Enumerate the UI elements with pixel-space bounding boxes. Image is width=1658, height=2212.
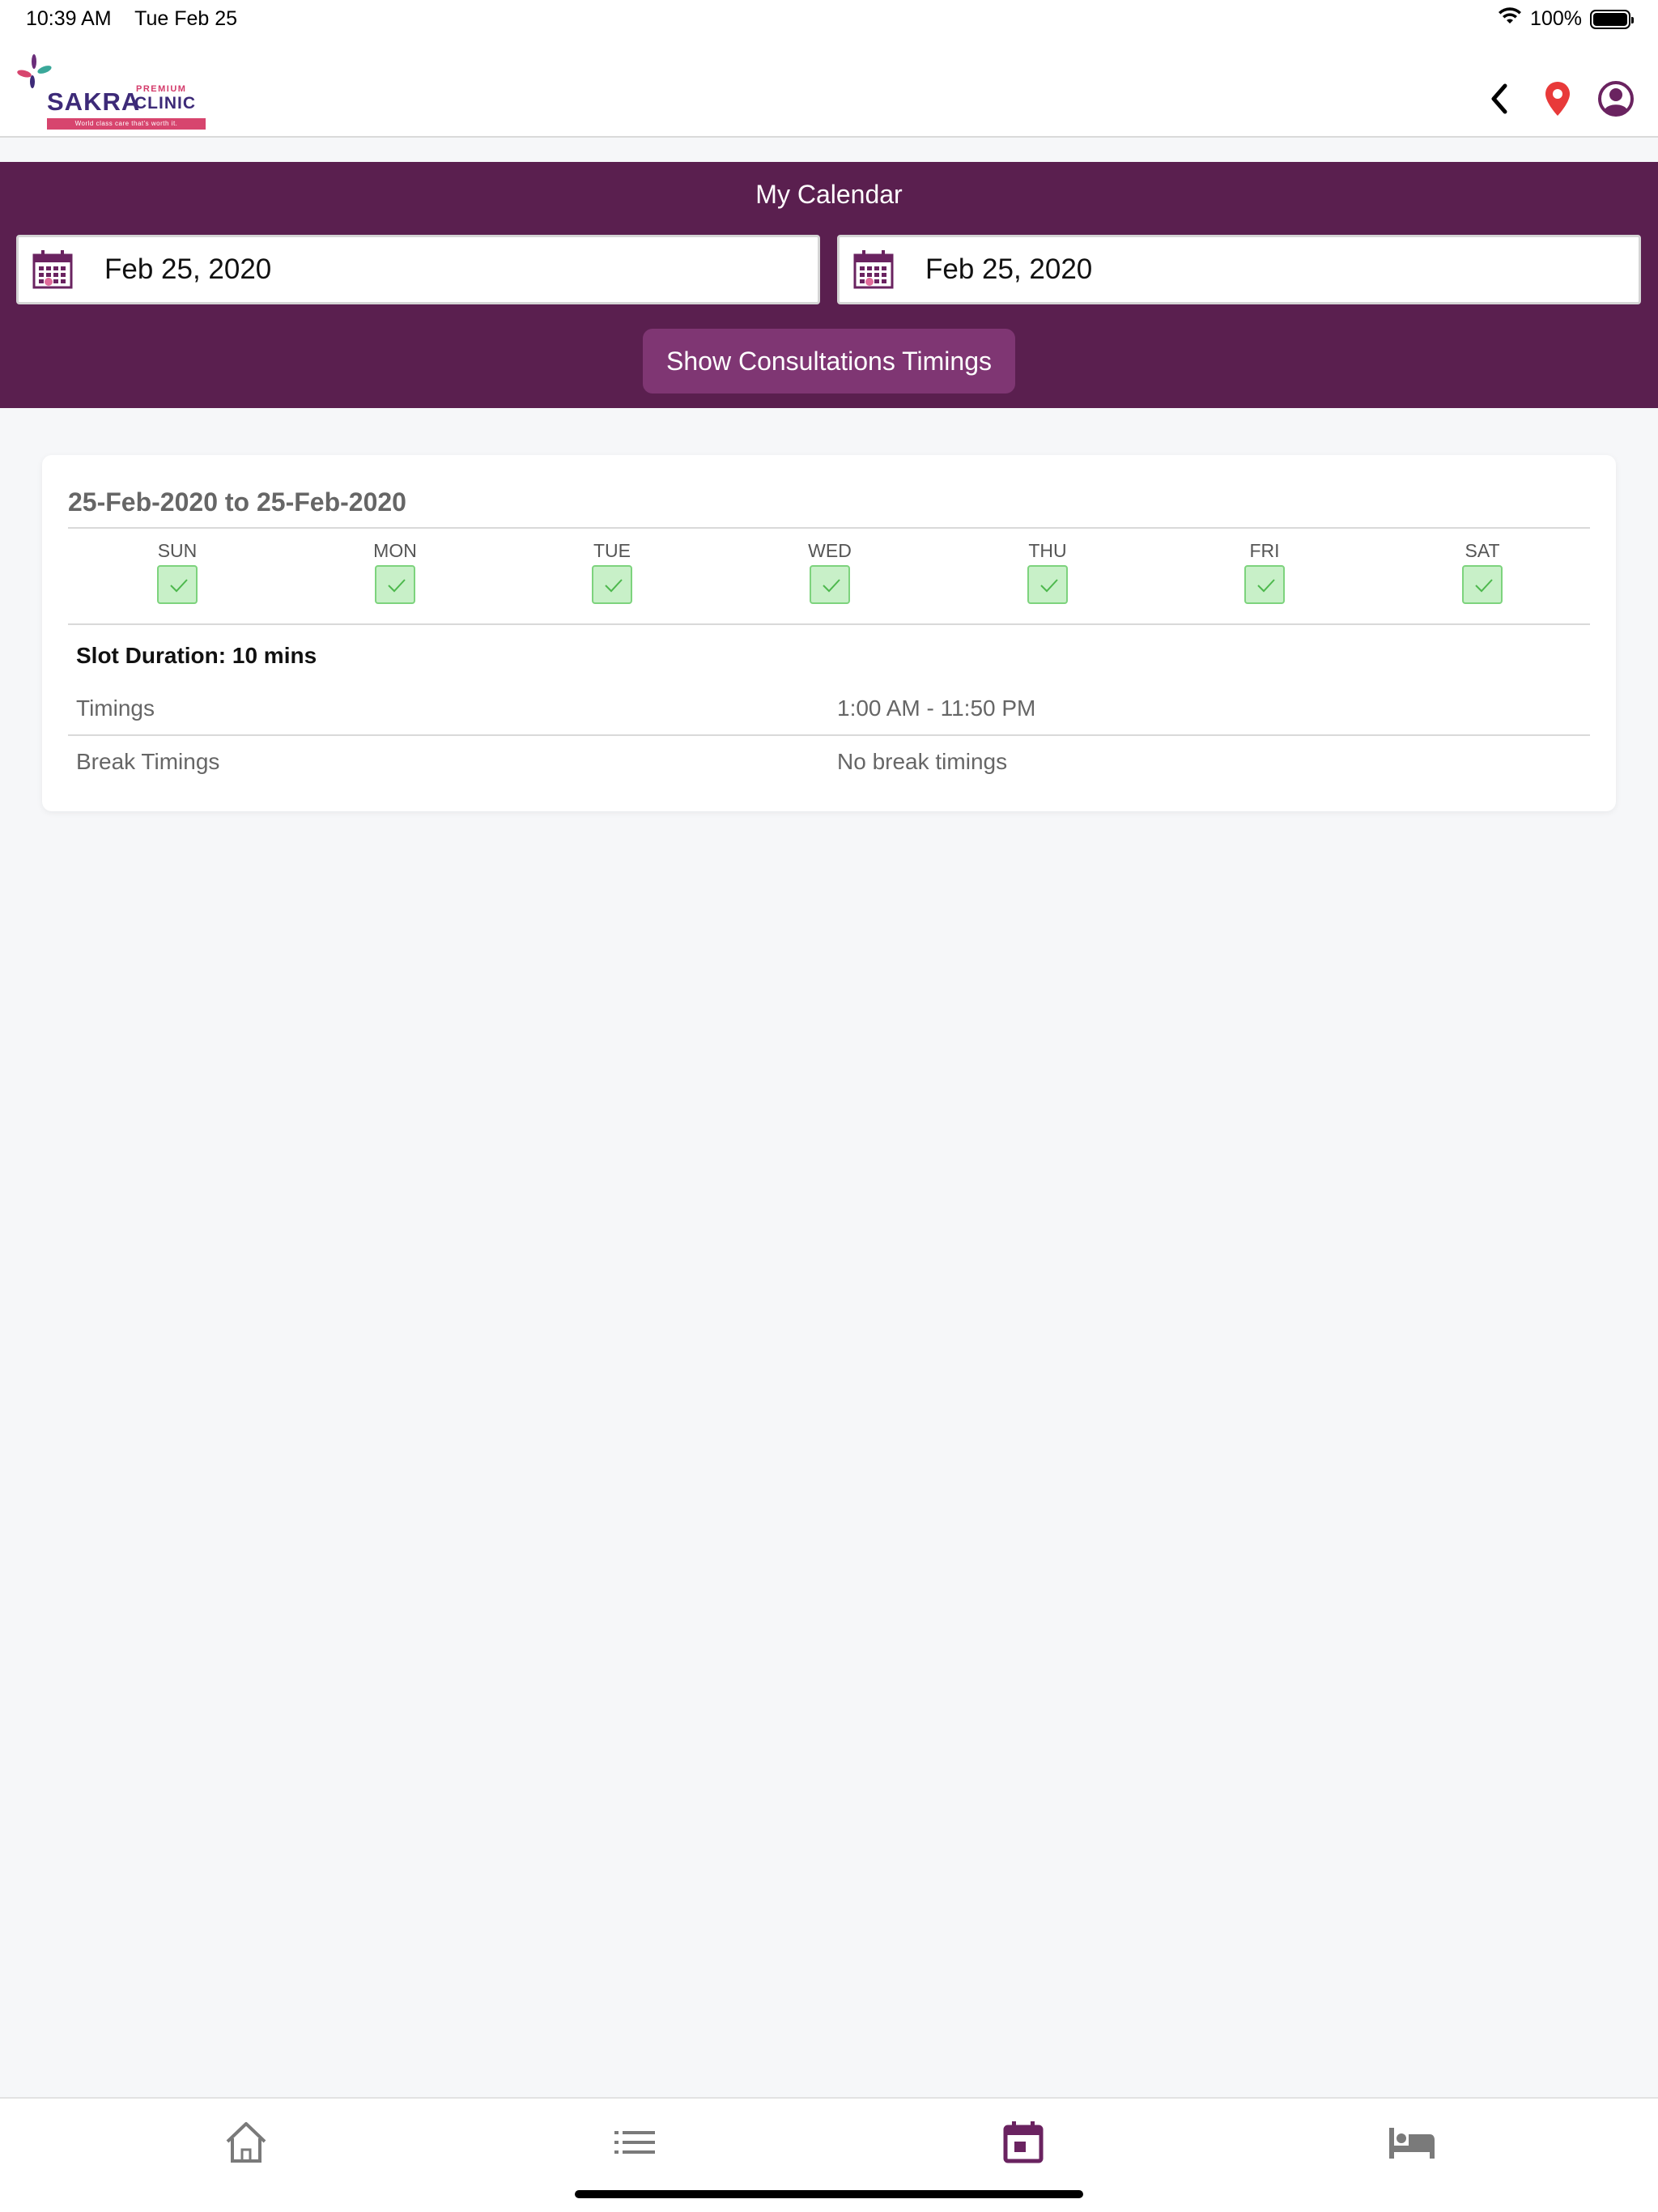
home-indicator	[575, 2190, 1083, 2198]
divider	[68, 527, 1590, 529]
logo-premium: PREMIUM	[136, 84, 187, 94]
header-actions	[1480, 79, 1635, 118]
status-right: 100%	[1498, 7, 1634, 31]
check-icon	[1257, 579, 1275, 593]
calendar-icon	[32, 249, 74, 291]
to-date-field[interactable]: Feb 25, 2020	[837, 235, 1641, 304]
logo-tagline: World class care that's worth it.	[47, 118, 206, 130]
calendar-icon	[1003, 2121, 1044, 2163]
check-icon	[605, 579, 623, 593]
check-icon	[170, 579, 188, 593]
timings-value: 1:00 AM - 11:50 PM	[837, 696, 1036, 721]
status-bar: 10:39 AM Tue Feb 25 100%	[0, 0, 1658, 39]
to-date-value: Feb 25, 2020	[925, 253, 1093, 285]
day-label: FRI	[1249, 540, 1280, 561]
day-checkbox[interactable]	[1244, 565, 1285, 604]
slot-duration: Slot Duration: 10 mins	[76, 643, 317, 668]
day-mon: MON	[346, 540, 444, 608]
day-checkbox[interactable]	[810, 565, 850, 604]
day-checkbox[interactable]	[592, 565, 632, 604]
check-icon	[1475, 579, 1493, 593]
nav-bed[interactable]	[1388, 2120, 1436, 2165]
nav-home[interactable]	[222, 2120, 270, 2165]
divider	[68, 734, 1590, 736]
profile-icon[interactable]	[1596, 79, 1635, 118]
logo-clinic: CLINIC	[134, 94, 196, 113]
bed-icon	[1389, 2128, 1435, 2159]
nav-calendar[interactable]	[999, 2120, 1048, 2165]
schedule-card: 25-Feb-2020 to 25-Feb-2020 SUN MON TUE W…	[42, 455, 1616, 811]
weekday-row: SUN MON TUE WED THU FRI SAT	[68, 540, 1590, 605]
location-pin-icon[interactable]	[1538, 79, 1577, 118]
day-sat: SAT	[1434, 540, 1531, 608]
day-checkbox[interactable]	[157, 565, 198, 604]
logo-brand: SAKRA	[47, 87, 141, 116]
battery-percent: 100%	[1530, 7, 1582, 30]
battery-icon	[1590, 9, 1634, 29]
day-fri: FRI	[1216, 540, 1313, 608]
day-label: TUE	[593, 540, 631, 561]
day-wed: WED	[781, 540, 878, 608]
wifi-icon	[1498, 7, 1522, 31]
list-icon	[614, 2131, 655, 2154]
day-label: MON	[373, 540, 417, 561]
day-tue: TUE	[563, 540, 661, 608]
day-label: THU	[1028, 540, 1067, 561]
status-time: 10:39 AM	[26, 7, 112, 30]
day-checkbox[interactable]	[375, 565, 415, 604]
check-icon	[1040, 579, 1058, 593]
back-icon[interactable]	[1480, 79, 1519, 118]
day-label: WED	[808, 540, 852, 561]
app-header: SAKRA PREMIUM CLINIC World class care th…	[0, 39, 1658, 138]
day-sun: SUN	[129, 540, 226, 608]
calendar-icon	[852, 249, 895, 291]
check-icon	[388, 579, 406, 593]
day-checkbox[interactable]	[1027, 565, 1068, 604]
day-label: SAT	[1465, 540, 1500, 561]
from-date-value: Feb 25, 2020	[104, 253, 272, 285]
sakra-logo[interactable]: SAKRA PREMIUM CLINIC World class care th…	[15, 52, 206, 130]
status-left: 10:39 AM Tue Feb 25	[26, 7, 255, 31]
day-checkbox[interactable]	[1462, 565, 1503, 604]
divider	[68, 623, 1590, 625]
show-consultations-button[interactable]: Show Consultations Timings	[643, 329, 1015, 393]
nav-list[interactable]	[610, 2120, 659, 2165]
home-icon	[226, 2122, 266, 2163]
day-label: SUN	[157, 540, 198, 561]
page-title: My Calendar	[755, 180, 903, 209]
timings-label: Timings	[76, 696, 155, 721]
check-icon	[823, 579, 840, 593]
status-date: Tue Feb 25	[134, 7, 238, 30]
calendar-panel: My Calendar Feb 25, 2020 Feb 25, 2020 Sh…	[0, 162, 1658, 408]
day-thu: THU	[999, 540, 1096, 608]
break-timings-label: Break Timings	[76, 749, 220, 774]
from-date-field[interactable]: Feb 25, 2020	[16, 235, 820, 304]
date-range-title: 25-Feb-2020 to 25-Feb-2020	[68, 487, 406, 517]
break-timings-value: No break timings	[837, 749, 1008, 774]
